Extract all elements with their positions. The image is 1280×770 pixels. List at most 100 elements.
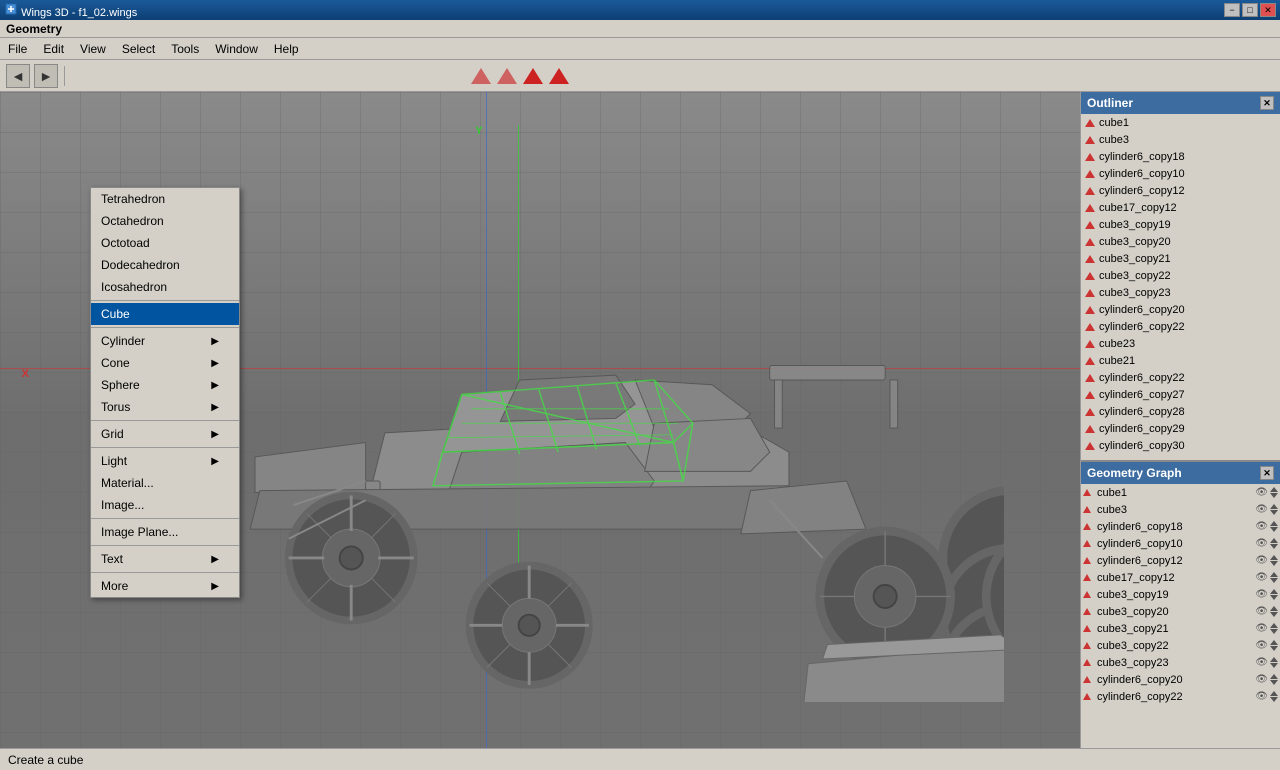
move-down-icon[interactable] — [1270, 663, 1278, 668]
ctx-image[interactable]: Image... — [91, 494, 239, 516]
outliner-item[interactable]: cube21 — [1081, 352, 1280, 369]
move-down-icon[interactable] — [1270, 646, 1278, 651]
outliner-item[interactable]: cube3_copy20 — [1081, 233, 1280, 250]
move-down-icon[interactable] — [1270, 578, 1278, 583]
ctx-dodecahedron[interactable]: Dodecahedron — [91, 254, 239, 276]
visibility-icon[interactable]: 👁 — [1255, 538, 1268, 549]
move-down-icon[interactable] — [1270, 527, 1278, 532]
geom-item[interactable]: cylinder6_copy10 👁 — [1081, 535, 1280, 552]
visibility-icon[interactable]: 👁 — [1255, 623, 1268, 634]
tri-view-btn-3[interactable] — [523, 68, 543, 84]
tri-view-btn-4[interactable] — [549, 68, 569, 84]
outliner-item[interactable]: cylinder6_copy10 — [1081, 165, 1280, 182]
outliner-item[interactable]: cube3_copy22 — [1081, 267, 1280, 284]
ctx-material[interactable]: Material... — [91, 472, 239, 494]
move-down-icon[interactable] — [1270, 629, 1278, 634]
visibility-icon[interactable]: 👁 — [1255, 487, 1268, 498]
visibility-icon[interactable]: 👁 — [1255, 640, 1268, 651]
outliner-item[interactable]: cylinder6_copy22 — [1081, 369, 1280, 386]
geom-item[interactable]: cube3_copy21 👁 — [1081, 620, 1280, 637]
outliner-item[interactable]: cube17_copy12 — [1081, 199, 1280, 216]
move-down-icon[interactable] — [1270, 697, 1278, 702]
menu-window[interactable]: Window — [207, 38, 266, 60]
move-down-icon[interactable] — [1270, 510, 1278, 515]
ctx-image-plane[interactable]: Image Plane... — [91, 521, 239, 543]
visibility-icon[interactable]: 👁 — [1255, 521, 1268, 532]
visibility-icon[interactable]: 👁 — [1255, 589, 1268, 600]
geom-item[interactable]: cube3_copy22 👁 — [1081, 637, 1280, 654]
ctx-cube[interactable]: Cube — [91, 303, 239, 325]
close-button[interactable]: ✕ — [1260, 3, 1276, 17]
move-up-icon[interactable] — [1270, 538, 1278, 543]
move-up-icon[interactable] — [1270, 572, 1278, 577]
ctx-more[interactable]: More ▶ — [91, 575, 239, 597]
geom-item[interactable]: cube3_copy23 👁 — [1081, 654, 1280, 671]
move-down-icon[interactable] — [1270, 561, 1278, 566]
geom-item[interactable]: cube1 👁 — [1081, 484, 1280, 501]
ctx-icosahedron[interactable]: Icosahedron — [91, 276, 239, 298]
visibility-icon[interactable]: 👁 — [1255, 606, 1268, 617]
ctx-light[interactable]: Light ▶ — [91, 450, 239, 472]
minimize-button[interactable]: − — [1224, 3, 1240, 17]
menu-tools[interactable]: Tools — [163, 38, 207, 60]
tri-view-btn-2[interactable] — [497, 68, 517, 84]
move-down-icon[interactable] — [1270, 595, 1278, 600]
move-up-icon[interactable] — [1270, 640, 1278, 645]
ctx-grid[interactable]: Grid ▶ — [91, 423, 239, 445]
forward-button[interactable]: ► — [34, 64, 58, 88]
move-up-icon[interactable] — [1270, 589, 1278, 594]
geom-item[interactable]: cube3_copy20 👁 — [1081, 603, 1280, 620]
move-down-icon[interactable] — [1270, 680, 1278, 685]
outliner-item[interactable]: cube3 — [1081, 131, 1280, 148]
viewport[interactable]: X Y Z — [0, 92, 1080, 748]
menu-file[interactable]: File — [0, 38, 35, 60]
move-up-icon[interactable] — [1270, 487, 1278, 492]
outliner-item[interactable]: cylinder6_copy30 — [1081, 437, 1280, 454]
move-up-icon[interactable] — [1270, 555, 1278, 560]
visibility-icon[interactable]: 👁 — [1255, 657, 1268, 668]
ctx-tetrahedron[interactable]: Tetrahedron — [91, 188, 239, 210]
geom-item[interactable]: cylinder6_copy22 👁 — [1081, 688, 1280, 705]
outliner-content[interactable]: cube1 cube3 cylinder6_copy18 cylinder6_c… — [1081, 114, 1280, 460]
outliner-item[interactable]: cylinder6_copy12 — [1081, 182, 1280, 199]
geom-item[interactable]: cylinder6_copy18 👁 — [1081, 518, 1280, 535]
visibility-icon[interactable]: 👁 — [1255, 674, 1268, 685]
outliner-item[interactable]: cylinder6_copy22 — [1081, 318, 1280, 335]
outliner-close-button[interactable]: ✕ — [1260, 96, 1274, 110]
move-up-icon[interactable] — [1270, 657, 1278, 662]
outliner-item[interactable]: cylinder6_copy18 — [1081, 148, 1280, 165]
ctx-octahedron[interactable]: Octahedron — [91, 210, 239, 232]
geom-item[interactable]: cube3 👁 — [1081, 501, 1280, 518]
ctx-octotoad[interactable]: Octotoad — [91, 232, 239, 254]
geometry-graph-close-button[interactable]: ✕ — [1260, 466, 1274, 480]
move-up-icon[interactable] — [1270, 691, 1278, 696]
outliner-item[interactable]: cube3_copy21 — [1081, 250, 1280, 267]
menu-edit[interactable]: Edit — [35, 38, 72, 60]
visibility-icon[interactable]: 👁 — [1255, 691, 1268, 702]
outliner-item[interactable]: cube23 — [1081, 335, 1280, 352]
menu-view[interactable]: View — [72, 38, 114, 60]
outliner-item[interactable]: cylinder6_copy20 — [1081, 301, 1280, 318]
tri-view-btn-1[interactable] — [471, 68, 491, 84]
move-up-icon[interactable] — [1270, 521, 1278, 526]
move-up-icon[interactable] — [1270, 623, 1278, 628]
outliner-item[interactable]: cube1 — [1081, 114, 1280, 131]
move-down-icon[interactable] — [1270, 612, 1278, 617]
outliner-item[interactable]: cube3_copy23 — [1081, 284, 1280, 301]
ctx-cylinder[interactable]: Cylinder ▶ — [91, 330, 239, 352]
move-up-icon[interactable] — [1270, 606, 1278, 611]
visibility-icon[interactable]: 👁 — [1255, 572, 1268, 583]
maximize-button[interactable]: □ — [1242, 3, 1258, 17]
move-up-icon[interactable] — [1270, 674, 1278, 679]
move-down-icon[interactable] — [1270, 493, 1278, 498]
menu-select[interactable]: Select — [114, 38, 163, 60]
ctx-text[interactable]: Text ▶ — [91, 548, 239, 570]
outliner-item[interactable]: cylinder6_copy27 — [1081, 386, 1280, 403]
visibility-icon[interactable]: 👁 — [1255, 555, 1268, 566]
outliner-item[interactable]: cylinder6_copy29 — [1081, 420, 1280, 437]
menu-help[interactable]: Help — [266, 38, 307, 60]
back-button[interactable]: ◄ — [6, 64, 30, 88]
ctx-sphere[interactable]: Sphere ▶ — [91, 374, 239, 396]
move-up-icon[interactable] — [1270, 504, 1278, 509]
visibility-icon[interactable]: 👁 — [1255, 504, 1268, 515]
